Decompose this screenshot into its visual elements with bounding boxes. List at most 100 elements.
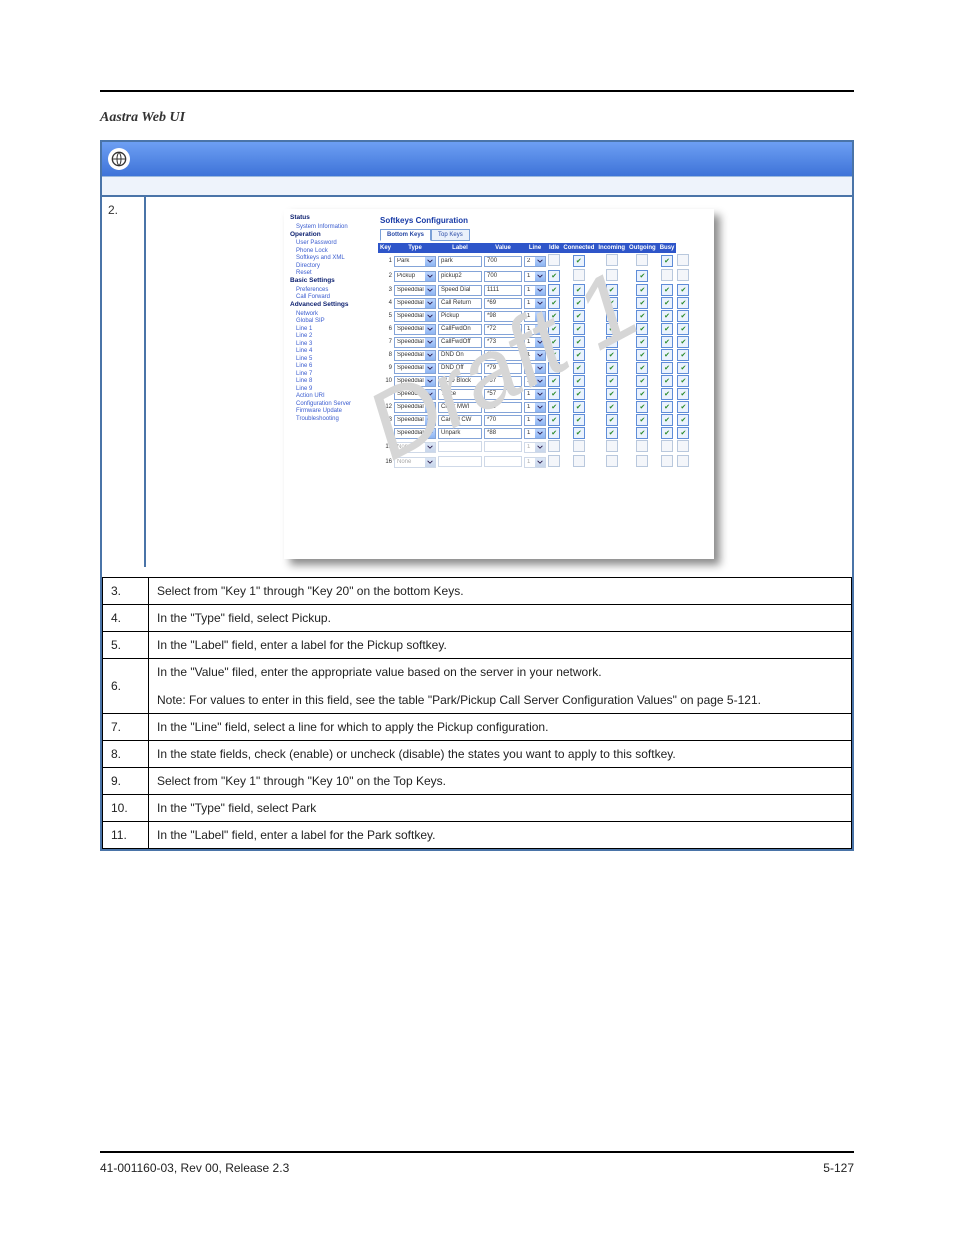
checkbox[interactable] — [573, 362, 585, 374]
checkbox[interactable] — [677, 336, 689, 348]
dropdown[interactable]: Speeddial — [394, 428, 436, 439]
checkbox[interactable] — [677, 388, 689, 400]
checkbox[interactable] — [636, 297, 648, 309]
nav-item[interactable]: Line 2 — [296, 333, 372, 339]
checkbox[interactable] — [548, 349, 560, 361]
dropdown[interactable]: 1 — [524, 350, 546, 361]
dropdown[interactable]: Speeddial — [394, 298, 436, 309]
checkbox[interactable] — [548, 362, 560, 374]
dropdown[interactable]: None — [394, 457, 436, 468]
checkbox[interactable] — [606, 414, 618, 426]
checkbox[interactable] — [661, 255, 673, 267]
checkbox[interactable] — [677, 414, 689, 426]
dropdown[interactable]: Park — [394, 256, 436, 267]
text-input[interactable]: Speed Dial — [438, 285, 482, 296]
checkbox[interactable] — [573, 284, 585, 296]
text-input[interactable]: pickup2 — [438, 271, 482, 282]
text-input[interactable]: 1111 — [484, 285, 522, 296]
dropdown[interactable]: None — [394, 442, 436, 453]
checkbox[interactable] — [548, 375, 560, 387]
checkbox[interactable] — [548, 310, 560, 322]
text-input[interactable]: Clear MWI — [438, 402, 482, 413]
checkbox[interactable] — [661, 388, 673, 400]
text-input[interactable]: *98 — [484, 311, 522, 322]
checkbox[interactable] — [636, 284, 648, 296]
checkbox[interactable] — [636, 388, 648, 400]
dropdown[interactable]: 1 — [524, 389, 546, 400]
checkbox[interactable] — [573, 255, 585, 267]
checkbox[interactable] — [548, 284, 560, 296]
text-input[interactable] — [438, 456, 482, 467]
dropdown[interactable]: 1 — [524, 271, 546, 282]
checkbox[interactable] — [636, 375, 648, 387]
dropdown[interactable]: 1 — [524, 376, 546, 387]
nav-item[interactable]: Line 3 — [296, 341, 372, 347]
nav-item[interactable]: Reset — [296, 270, 372, 276]
text-input[interactable]: Unpark — [438, 428, 482, 439]
dropdown[interactable]: 1 — [524, 298, 546, 309]
checkbox[interactable] — [548, 401, 560, 413]
checkbox[interactable] — [677, 375, 689, 387]
checkbox[interactable] — [636, 254, 648, 266]
nav-item[interactable]: Firmware Update — [296, 408, 372, 414]
nav-item[interactable]: Call Forward — [296, 294, 372, 300]
text-input[interactable]: 700 — [484, 256, 522, 267]
nav-item[interactable]: Softkeys and XML — [296, 255, 372, 261]
checkbox[interactable] — [661, 323, 673, 335]
dropdown[interactable]: 1 — [524, 311, 546, 322]
checkbox[interactable] — [636, 349, 648, 361]
checkbox[interactable] — [606, 362, 618, 374]
dropdown[interactable]: 2 — [524, 256, 546, 267]
checkbox[interactable] — [661, 336, 673, 348]
checkbox[interactable] — [677, 349, 689, 361]
checkbox[interactable] — [548, 254, 560, 266]
dropdown[interactable]: 1 — [524, 285, 546, 296]
tab-bottom-keys[interactable]: Bottom Keys — [380, 229, 431, 241]
text-input[interactable]: *88 — [484, 428, 522, 439]
nav-item[interactable]: Line 1 — [296, 326, 372, 332]
text-input[interactable]: DND On — [438, 350, 482, 361]
text-input[interactable]: CallFwdOff — [438, 337, 482, 348]
text-input[interactable]: DND Off — [438, 363, 482, 374]
checkbox[interactable] — [677, 362, 689, 374]
text-input[interactable]: Call Return — [438, 298, 482, 309]
checkbox[interactable] — [606, 427, 618, 439]
checkbox[interactable] — [661, 362, 673, 374]
text-input[interactable]: park — [438, 256, 482, 267]
text-input[interactable] — [484, 456, 522, 467]
checkbox[interactable] — [606, 310, 618, 322]
checkbox[interactable] — [606, 401, 618, 413]
checkbox[interactable] — [661, 401, 673, 413]
text-input[interactable]: *70 — [484, 415, 522, 426]
dropdown[interactable]: 1 — [524, 415, 546, 426]
dropdown[interactable]: Speeddial — [394, 376, 436, 387]
nav-item[interactable]: Phone Lock — [296, 248, 372, 254]
checkbox[interactable] — [677, 269, 689, 281]
dropdown[interactable]: Speeddial — [394, 415, 436, 426]
checkbox[interactable] — [573, 349, 585, 361]
checkbox[interactable] — [548, 297, 560, 309]
dropdown[interactable]: 1 — [524, 363, 546, 374]
dropdown[interactable]: 1 — [524, 428, 546, 439]
dropdown[interactable]: Speeddial — [394, 285, 436, 296]
checkbox[interactable] — [606, 349, 618, 361]
checkbox[interactable] — [548, 388, 560, 400]
checkbox[interactable] — [661, 284, 673, 296]
checkbox[interactable] — [636, 270, 648, 282]
text-input[interactable] — [438, 441, 482, 452]
text-input[interactable] — [484, 441, 522, 452]
dropdown[interactable]: Speeddial — [394, 324, 436, 335]
checkbox[interactable] — [573, 401, 585, 413]
checkbox[interactable] — [606, 254, 618, 266]
checkbox[interactable] — [677, 297, 689, 309]
text-input[interactable]: CallFwdOn — [438, 324, 482, 335]
text-input[interactable]: *78 — [484, 350, 522, 361]
nav-item[interactable]: Line 7 — [296, 371, 372, 377]
checkbox[interactable] — [573, 375, 585, 387]
nav-item[interactable]: Network — [296, 311, 372, 317]
checkbox[interactable] — [661, 269, 673, 281]
checkbox[interactable] — [636, 427, 648, 439]
text-input[interactable]: Trace — [438, 389, 482, 400]
checkbox[interactable] — [606, 297, 618, 309]
tab-top-keys[interactable]: Top Keys — [431, 229, 470, 241]
